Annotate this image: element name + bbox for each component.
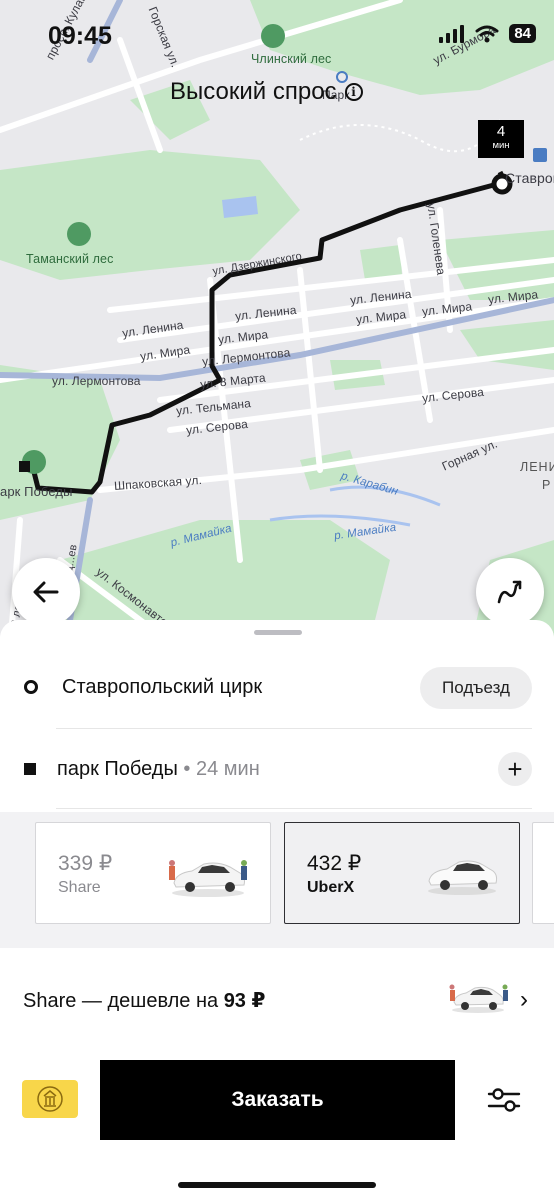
- signal-icon: [439, 24, 465, 43]
- map-label: ЛЕНИ: [520, 460, 554, 474]
- arrow-left-icon: [33, 581, 59, 603]
- bank-card-emblem-icon: [37, 1086, 63, 1112]
- pickup-eta-badge: 4 мин: [478, 120, 524, 158]
- route-overview-button[interactable]: [476, 558, 544, 626]
- route-icon: [497, 580, 522, 604]
- map-label: арк Победы: [0, 484, 73, 499]
- promo-row[interactable]: Share — дешевле на 93 ₽ ›: [0, 960, 554, 1038]
- promo-amount: 93 ₽: [223, 990, 266, 1012]
- payment-method-button[interactable]: [22, 1080, 78, 1118]
- destination-row[interactable]: парк Победы • 24 мин: [0, 730, 554, 808]
- tariff-name: Share: [58, 879, 101, 896]
- tariff-name: UberX: [307, 879, 355, 896]
- pickup-name: Ставропольский цирк: [62, 675, 263, 698]
- status-time: 09:45: [48, 22, 112, 50]
- wifi-icon: [475, 25, 499, 42]
- ride-options-button[interactable]: [484, 1082, 524, 1118]
- promo-text: Share — дешевле на 93 ₽: [23, 988, 265, 1013]
- order-button[interactable]: Заказать: [100, 1060, 455, 1140]
- eta-value: 4: [496, 123, 506, 140]
- map[interactable]: просп. Кулак Горская ул. Члинский лес Па…: [0, 0, 554, 650]
- destination-eta-separator: •: [177, 757, 196, 780]
- map-label: Р: [542, 478, 552, 492]
- car-with-people-icon: [449, 984, 508, 1013]
- tariff-card-uberx[interactable]: 432 ₽ UberX: [284, 822, 520, 924]
- sliders-icon: [487, 1088, 521, 1112]
- tariff-price: 432 ₽: [307, 852, 362, 875]
- home-indicator[interactable]: [178, 1182, 376, 1188]
- map-label: Таманский лес: [26, 252, 114, 266]
- tariff-carousel[interactable]: 339 ₽ Share 432 ₽ UberX: [0, 812, 554, 948]
- sheet-drag-handle[interactable]: [254, 630, 302, 635]
- plus-icon: +: [507, 753, 523, 784]
- car-with-people-icon: [169, 860, 247, 897]
- divider: [56, 728, 532, 729]
- battery-indicator: 84: [509, 24, 536, 43]
- map-label: Ставроп: [505, 170, 554, 186]
- car-icon: [428, 860, 498, 895]
- destination-eta: 24 мин: [195, 757, 260, 780]
- destination-name: парк Победы: [57, 757, 178, 780]
- info-icon[interactable]: i: [344, 83, 363, 101]
- tariff-price: 339 ₽: [58, 852, 113, 875]
- tariff-card-next[interactable]: [532, 822, 554, 924]
- back-button[interactable]: [12, 558, 80, 626]
- tariff-card-share[interactable]: 339 ₽ Share: [35, 822, 271, 924]
- entrance-button[interactable]: Подъезд: [420, 667, 532, 709]
- divider: [56, 808, 532, 809]
- status-bar: 09:45 84: [0, 0, 554, 70]
- eta-unit: мин: [492, 140, 510, 151]
- pickup-dot-icon: [24, 680, 38, 694]
- destination-text: парк Победы • 24 мин: [57, 758, 260, 781]
- map-label: ул. Лермонтова: [52, 374, 141, 388]
- add-stop-button[interactable]: +: [498, 752, 532, 786]
- chevron-right-icon: ›: [520, 986, 528, 1013]
- surge-banner[interactable]: Высокий спрос i: [170, 78, 363, 106]
- status-icons: 84: [439, 24, 536, 43]
- destination-square-icon: [24, 763, 36, 775]
- promo-label: Share — дешевле на: [23, 990, 224, 1012]
- surge-text: Высокий спрос: [170, 78, 337, 105]
